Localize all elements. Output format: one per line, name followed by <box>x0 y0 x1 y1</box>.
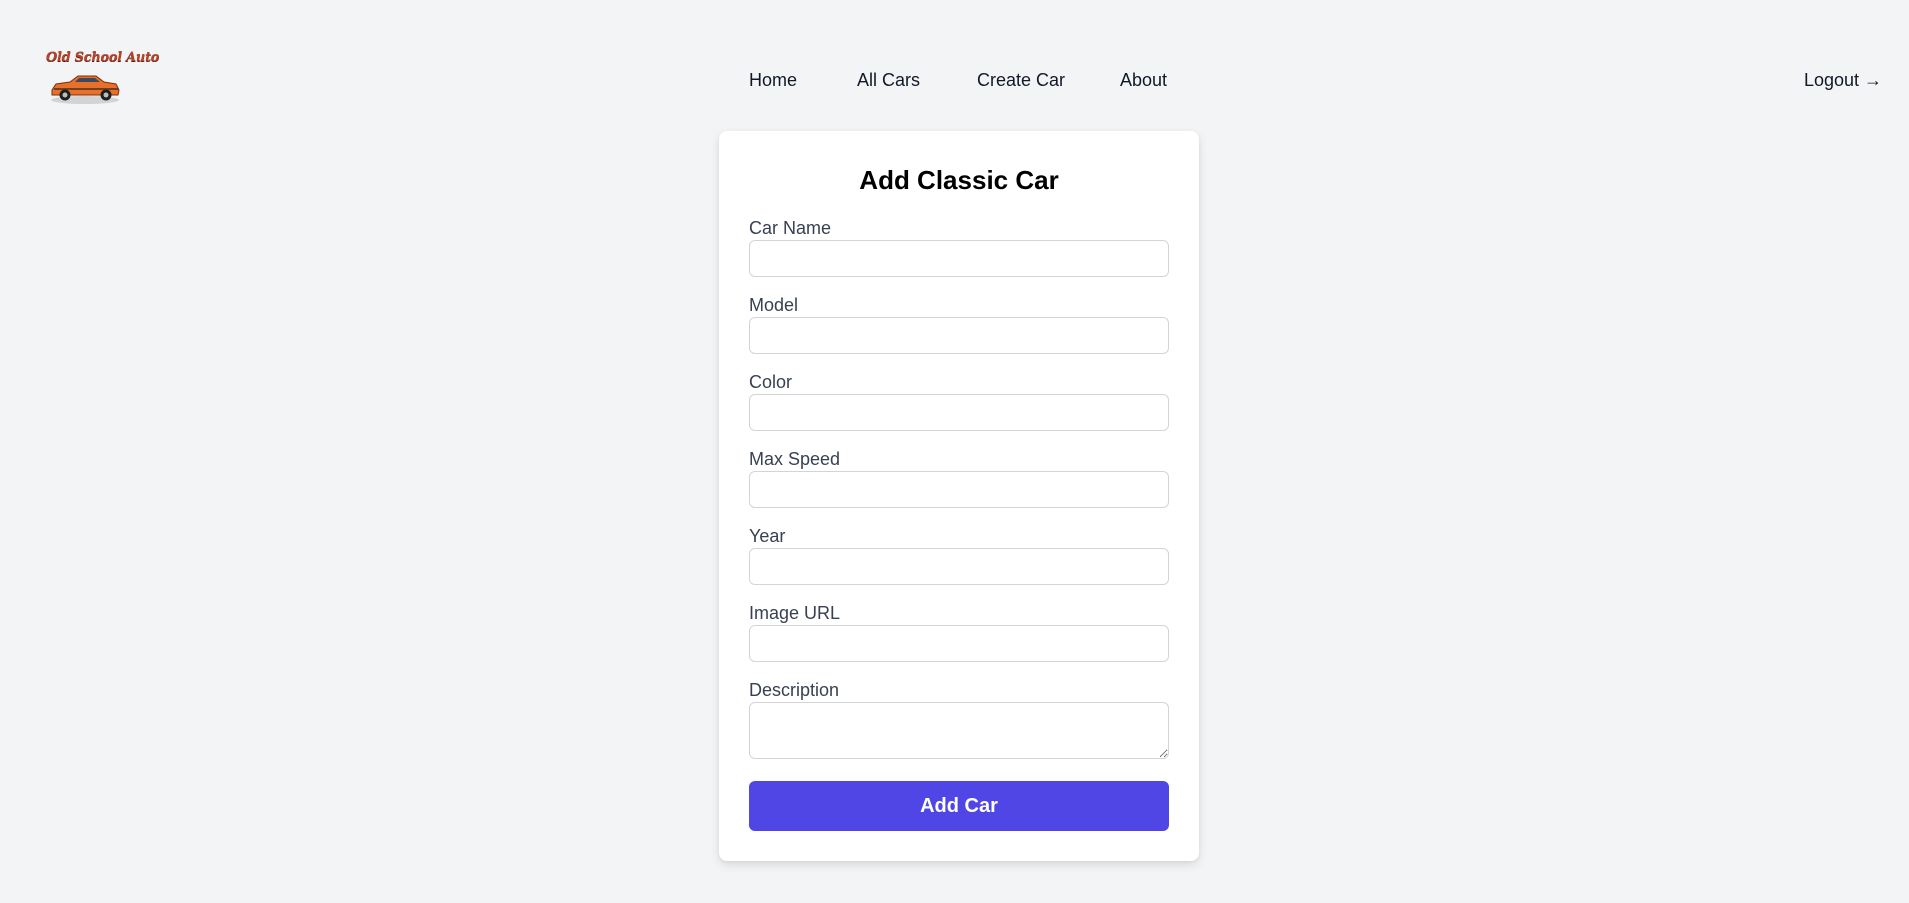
nav-home-link[interactable]: Home <box>749 66 797 94</box>
color-label: Color <box>749 372 793 392</box>
max-speed-label: Max Speed <box>749 449 841 469</box>
model-label: Model <box>749 295 799 315</box>
description-textarea[interactable] <box>749 702 1169 759</box>
description-label: Description <box>749 680 840 700</box>
add-car-form-card: Add Classic Car Car Name Model Color Max… <box>719 131 1199 861</box>
logo-text: Old School Auto <box>46 50 160 65</box>
color-input[interactable] <box>749 394 1169 431</box>
logo[interactable]: Old School Auto <box>46 48 160 106</box>
nav-about-link[interactable]: About <box>1120 66 1167 94</box>
car-icon <box>51 75 120 104</box>
add-car-button[interactable]: Add Car <box>749 781 1169 831</box>
car-name-label: Car Name <box>749 218 832 238</box>
nav-all-cars-link[interactable]: All Cars <box>857 66 920 94</box>
model-input[interactable] <box>749 317 1169 354</box>
image-url-label: Image URL <box>749 603 841 623</box>
car-name-input[interactable] <box>749 240 1169 277</box>
year-input[interactable] <box>749 548 1169 585</box>
nav-create-car-link[interactable]: Create Car <box>977 66 1065 94</box>
image-url-input[interactable] <box>749 625 1169 662</box>
logout-link[interactable]: Logout → <box>1804 66 1882 94</box>
max-speed-input[interactable] <box>749 471 1169 508</box>
site-header: Old School Auto Home All Cars Create Car… <box>0 0 1909 130</box>
year-label: Year <box>749 526 786 546</box>
form-title: Add Classic Car <box>859 165 1059 195</box>
